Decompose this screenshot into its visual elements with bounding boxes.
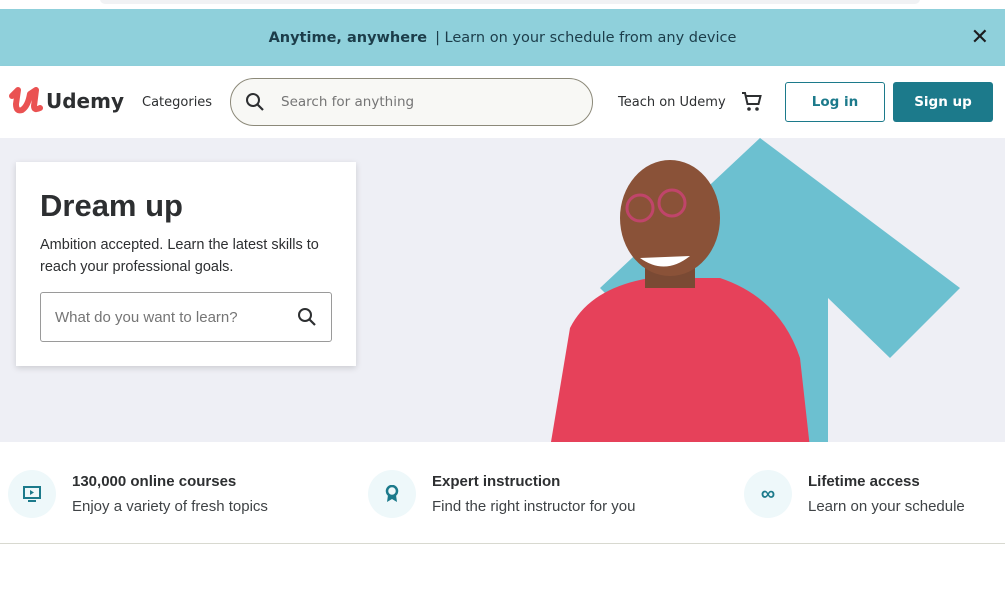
feature-title: Expert instruction	[432, 473, 561, 490]
close-icon[interactable]: ✕	[971, 25, 989, 50]
feature-title: Lifetime access	[808, 473, 920, 490]
hero-card: Dream up Ambition accepted. Learn the la…	[16, 162, 356, 366]
hero-section: Dream up Ambition accepted. Learn the la…	[0, 138, 1005, 442]
search-icon[interactable]	[297, 307, 317, 327]
hero-subtitle: Ambition accepted. Learn the latest skil…	[40, 237, 319, 275]
header: Udemy Categories Teach on Udemy Log in S…	[0, 66, 1005, 138]
award-ribbon-icon	[368, 470, 416, 518]
feature-lifetime: ∞ Lifetime access Learn on your schedule	[744, 470, 965, 518]
feature-instruction: Expert instruction Find the right instruc…	[368, 470, 635, 518]
cart-icon[interactable]	[740, 90, 764, 114]
infinity-icon: ∞	[744, 470, 792, 518]
teach-link[interactable]: Teach on Udemy	[618, 95, 726, 110]
search-icon[interactable]	[245, 92, 265, 112]
browser-top-strip	[0, 0, 1005, 9]
feature-title: 130,000 online courses	[72, 473, 237, 490]
login-button[interactable]: Log in	[785, 82, 885, 122]
header-search[interactable]	[230, 78, 593, 126]
hero-search[interactable]	[40, 292, 332, 342]
feature-text: Find the right instructor for you	[432, 498, 636, 515]
hero-person-image	[551, 160, 810, 442]
search-input[interactable]	[281, 94, 561, 110]
hero-title: Dream up	[40, 188, 183, 223]
hero-search-input[interactable]	[55, 308, 285, 326]
categories-link[interactable]: Categories	[142, 95, 212, 110]
logo-text: Udemy	[46, 89, 124, 113]
features-bar: 130,000 online courses Enjoy a variety of…	[0, 442, 1005, 544]
udemy-logo[interactable]: Udemy	[8, 84, 124, 118]
promo-banner: Anytime, anywhere | Learn on your schedu…	[0, 9, 1005, 66]
signup-button[interactable]: Sign up	[893, 82, 993, 122]
video-player-icon	[8, 470, 56, 518]
banner-title: Anytime, anywhere	[268, 29, 428, 46]
udemy-u-icon	[9, 87, 43, 114]
feature-text: Enjoy a variety of fresh topics	[72, 498, 268, 515]
banner-text: | Learn on your schedule from any device	[435, 29, 737, 46]
feature-text: Learn on your schedule	[808, 498, 965, 515]
feature-courses: 130,000 online courses Enjoy a variety of…	[8, 470, 268, 518]
